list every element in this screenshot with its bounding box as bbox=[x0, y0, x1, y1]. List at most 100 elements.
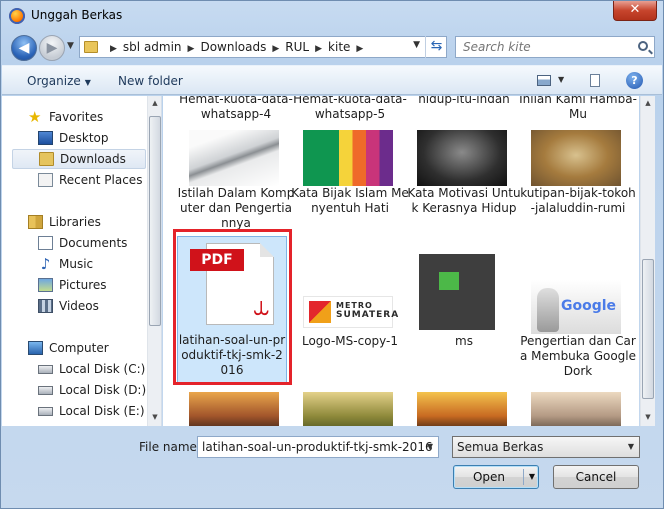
highlight-outline bbox=[173, 229, 292, 385]
nav-videos[interactable]: Videos bbox=[38, 297, 148, 317]
image-thumbnail bbox=[531, 130, 621, 186]
image-thumbnail bbox=[189, 130, 279, 186]
navigation-pane: ★ Favorites Desktop Downloads Recent Pla… bbox=[2, 96, 162, 426]
view-dropdown[interactable]: ▼ bbox=[558, 75, 564, 84]
chevron-right-icon[interactable]: ▶ bbox=[272, 44, 279, 54]
arrow-right-icon: ▶ bbox=[46, 40, 58, 56]
chevron-right-icon[interactable]: ▶ bbox=[315, 44, 322, 54]
scroll-up-icon[interactable]: ▲ bbox=[148, 96, 161, 110]
open-label: Open bbox=[472, 470, 506, 484]
nav-favorites[interactable]: ★ Favorites bbox=[28, 108, 148, 128]
google-logo: Google bbox=[561, 298, 617, 314]
chevron-down-icon[interactable]: ▼ bbox=[422, 437, 438, 457]
file-name: Pengertian dan Cara Membuka Google Dork bbox=[519, 334, 637, 378]
libraries-icon bbox=[28, 215, 43, 229]
image-thumbnail bbox=[303, 392, 393, 426]
file-name: Hemat-kuota-data-whatsapp-4 bbox=[179, 96, 293, 121]
videos-icon bbox=[38, 299, 53, 313]
nav-label: Music bbox=[59, 257, 94, 271]
nav-disk-e[interactable]: Local Disk (E:) bbox=[38, 402, 148, 422]
scroll-up-icon[interactable]: ▲ bbox=[641, 96, 655, 110]
disk-drive-icon bbox=[38, 365, 53, 374]
scroll-down-icon[interactable]: ▼ bbox=[641, 410, 655, 424]
refresh-button[interactable]: ⇆ bbox=[425, 36, 447, 58]
refresh-icon: ⇆ bbox=[430, 38, 443, 54]
nav-disk-c[interactable]: Local Disk (C:) bbox=[38, 360, 148, 380]
nav-computer[interactable]: Computer bbox=[28, 339, 148, 359]
nav-label: Recent Places bbox=[59, 173, 143, 187]
nav-pictures[interactable]: Pictures bbox=[38, 276, 148, 296]
file-name: kutipan-bijak-tokoh-jalaluddin-rumi bbox=[520, 186, 636, 215]
file-scroll-thumb[interactable] bbox=[642, 259, 654, 399]
change-view-icon[interactable] bbox=[537, 75, 551, 86]
recent-locations-dropdown[interactable]: ▼ bbox=[67, 41, 74, 51]
image-thumbnail bbox=[417, 392, 507, 426]
nav-disk-d[interactable]: Local Disk (D:) bbox=[38, 381, 148, 401]
nav-downloads[interactable]: Downloads bbox=[12, 149, 146, 169]
breadcrumb-kite[interactable]: kite bbox=[328, 40, 350, 54]
firefox-icon bbox=[9, 8, 25, 24]
close-button[interactable]: ✕ bbox=[613, 1, 657, 21]
nav-label: Local Disk (D:) bbox=[59, 383, 147, 397]
window-title: Unggah Berkas bbox=[31, 8, 123, 22]
address-bar[interactable]: ▶ sbl admin ▶ Downloads ▶ RUL ▶ kite ▶ ▼ bbox=[79, 36, 447, 58]
scroll-down-icon[interactable]: ▼ bbox=[148, 410, 161, 424]
nav-label: Favorites bbox=[49, 110, 104, 124]
preview-pane-icon[interactable] bbox=[590, 74, 600, 87]
documents-icon bbox=[38, 236, 53, 250]
file-name-label: File name: bbox=[139, 440, 201, 454]
nav-desktop[interactable]: Desktop bbox=[38, 129, 148, 149]
arrow-left-icon: ◀ bbox=[18, 40, 30, 56]
metro-text: SUMATERA bbox=[336, 310, 400, 320]
chevron-down-icon: ▼ bbox=[627, 442, 635, 451]
organize-menu[interactable]: Organize ▼ bbox=[27, 74, 91, 88]
image-thumbnail bbox=[419, 254, 495, 330]
search-box bbox=[455, 36, 655, 58]
nav-label: Downloads bbox=[60, 152, 126, 166]
file-name-value: latihan-soal-un-produktif-tkj-smk-2016 bbox=[202, 440, 433, 454]
nav-libraries[interactable]: Libraries bbox=[28, 213, 148, 233]
chevron-right-icon[interactable]: ▶ bbox=[356, 44, 363, 54]
nav-label: Local Disk (E:) bbox=[59, 404, 145, 418]
nav-documents[interactable]: Documents bbox=[38, 234, 148, 254]
command-bar: Organize ▼ New folder ▼ ? bbox=[2, 65, 662, 95]
file-name-field[interactable]: latihan-soal-un-produktif-tkj-smk-2016 ▼ bbox=[197, 436, 439, 458]
open-button[interactable]: Open ▼ bbox=[453, 465, 539, 489]
music-note-icon: ♪ bbox=[40, 255, 51, 273]
address-dropdown[interactable]: ▼ bbox=[413, 40, 420, 50]
file-name: hidup-itu-indah bbox=[418, 96, 510, 106]
search-input[interactable] bbox=[461, 38, 631, 56]
new-folder-button[interactable]: New folder bbox=[118, 74, 183, 88]
metro-text: METRO bbox=[336, 301, 373, 310]
back-button[interactable]: ◀ bbox=[11, 35, 37, 61]
chevron-right-icon: ▶ bbox=[110, 44, 117, 54]
nav-label: Computer bbox=[49, 341, 109, 355]
breadcrumb-sbl-admin[interactable]: sbl admin bbox=[123, 40, 182, 54]
breadcrumb-rul[interactable]: RUL bbox=[285, 40, 309, 54]
disk-drive-icon bbox=[38, 407, 53, 416]
nav-label: Local Disk (C:) bbox=[59, 362, 146, 376]
cancel-button[interactable]: Cancel bbox=[553, 465, 639, 489]
file-name: ms bbox=[455, 334, 473, 348]
breadcrumb-downloads[interactable]: Downloads bbox=[200, 40, 266, 54]
caret-down-icon[interactable]: ▼ bbox=[529, 466, 535, 488]
nav-label: Libraries bbox=[49, 215, 101, 229]
file-scrollbar[interactable]: ▲ ▼ bbox=[640, 96, 655, 426]
chevron-right-icon[interactable]: ▶ bbox=[188, 44, 195, 54]
file-name: Inilah Kami Hamba-Mu bbox=[519, 96, 637, 121]
file-type-select[interactable]: Semua Berkas ▼ bbox=[452, 436, 640, 458]
nav-recent-places[interactable]: Recent Places bbox=[38, 171, 148, 191]
search-icon[interactable] bbox=[638, 41, 648, 51]
recent-places-icon bbox=[38, 173, 53, 187]
nav-music[interactable]: ♪ Music bbox=[38, 255, 148, 275]
file-name: Logo-MS-copy-1 bbox=[301, 334, 399, 348]
folder-icon bbox=[84, 41, 98, 53]
nav-scroll-thumb[interactable] bbox=[149, 116, 161, 326]
disk-drive-icon bbox=[38, 386, 53, 395]
downloads-folder-icon bbox=[39, 152, 54, 166]
file-name: Hemat-kuota-data-whatsapp-5 bbox=[293, 96, 407, 121]
forward-button[interactable]: ▶ bbox=[39, 35, 65, 61]
star-icon: ★ bbox=[28, 108, 42, 126]
help-icon[interactable]: ? bbox=[626, 72, 643, 89]
nav-scrollbar[interactable]: ▲ ▼ bbox=[147, 96, 161, 426]
